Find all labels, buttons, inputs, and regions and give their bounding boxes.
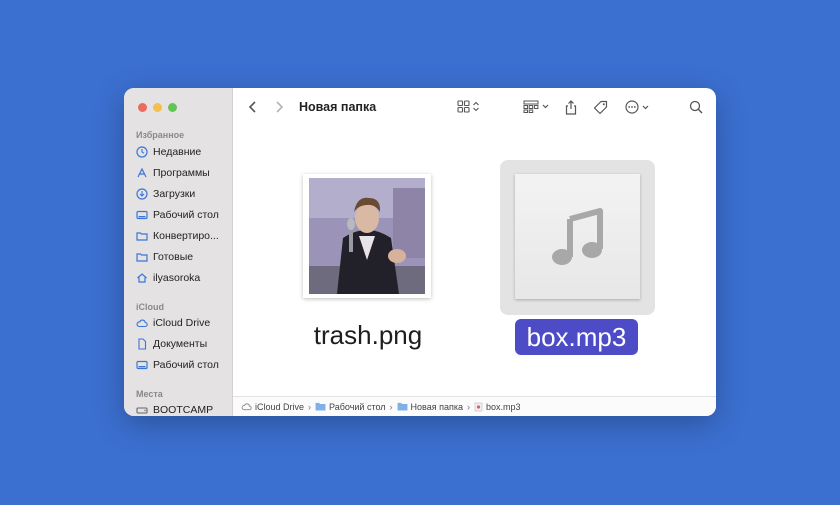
sidebar-item-downloads[interactable]: Загрузки (136, 186, 228, 202)
path-crumb-label: iCloud Drive (255, 401, 305, 412)
file-name-selected[interactable]: box.mp3 (515, 319, 638, 355)
sidebar-item-label: Конвертиро... (153, 230, 219, 242)
path-crumb-label: Новая папка (410, 401, 463, 412)
file-thumbnail[interactable] (515, 174, 640, 299)
chevron-right-icon: › (389, 401, 393, 412)
sidebar-item-bootcamp[interactable]: BOOTCAMP (136, 402, 228, 416)
folder-icon (315, 402, 326, 411)
chevron-down-icon (542, 104, 549, 109)
sidebar-item-label: ilyasoroka (153, 272, 201, 284)
sidebar-item-label: Загрузки (153, 188, 196, 200)
drive-icon (136, 407, 148, 414)
actions-menu-button[interactable] (625, 100, 650, 114)
sidebar-item-home[interactable]: ilyasoroka (136, 270, 228, 286)
sidebar-item-documents[interactable]: Документы (136, 336, 228, 352)
path-crumb-folder[interactable]: Новая папка (397, 402, 463, 412)
share-icon (565, 100, 577, 115)
zoom-button[interactable] (168, 103, 177, 112)
sidebar-item-recents[interactable]: Недавние (136, 144, 228, 160)
forward-button[interactable] (273, 100, 285, 114)
finder-window: Избранное Недавние Программы Загрузки Ра… (124, 88, 716, 416)
window-controls (138, 103, 177, 112)
chevron-right-icon: › (467, 401, 470, 412)
clock-icon (136, 146, 148, 158)
search-button[interactable] (689, 100, 703, 114)
sidebar-item-label: Недавние (153, 146, 202, 158)
cloud-icon (136, 319, 148, 328)
toolbar: Новая папка (233, 88, 716, 128)
desktop-icon (136, 210, 148, 220)
group-button[interactable] (523, 100, 550, 113)
file-name[interactable]: trash.png (303, 320, 433, 351)
desktop-icon (136, 360, 148, 370)
sidebar: Избранное Недавние Программы Загрузки Ра… (124, 88, 233, 416)
close-button[interactable] (138, 103, 147, 112)
chevron-right-icon: › (308, 401, 312, 412)
sidebar-item-label: Документы (153, 338, 208, 350)
chevron-updown-icon (473, 101, 479, 112)
music-note-icon (551, 207, 603, 265)
document-icon (138, 338, 147, 350)
apps-icon (137, 167, 147, 178)
sidebar-header-icloud: iCloud (136, 302, 164, 312)
search-icon (689, 100, 703, 114)
sidebar-item-converted[interactable]: Конвертиро... (136, 228, 228, 244)
sidebar-item-label: Рабочий стол (153, 209, 219, 221)
window-title: Новая папка (299, 100, 377, 114)
group-grid-icon (523, 100, 539, 113)
sidebar-item-desktop[interactable]: Рабочий стол (136, 207, 228, 223)
chevron-left-icon (248, 101, 256, 113)
path-crumb-desktop[interactable]: Рабочий стол (315, 402, 386, 412)
sidebar-item-icloud-drive[interactable]: iCloud Drive (136, 315, 228, 331)
path-bar: iCloud Drive › Рабочий стол › Новая папк… (233, 396, 716, 416)
path-crumb-icloud[interactable]: iCloud Drive (241, 402, 304, 412)
sidebar-item-label: Рабочий стол (153, 359, 219, 371)
audio-file-icon (474, 402, 483, 411)
tag-button[interactable] (593, 100, 608, 115)
grid-icon (457, 100, 470, 113)
person-image (309, 178, 425, 294)
sidebar-item-label: Программы (153, 167, 210, 179)
view-mode-button[interactable] (457, 100, 480, 113)
file-thumbnail[interactable] (303, 174, 431, 298)
sidebar-item-applications[interactable]: Программы (136, 165, 228, 181)
home-icon (137, 273, 147, 283)
back-button[interactable] (247, 100, 259, 114)
path-crumb-label: box.mp3 (486, 401, 521, 412)
download-icon (136, 188, 148, 200)
cloud-icon (241, 403, 252, 411)
sidebar-header-places: Места (136, 389, 163, 399)
folder-icon (136, 253, 148, 262)
sidebar-item-label: iCloud Drive (153, 317, 211, 329)
folder-icon (136, 232, 148, 241)
sidebar-item-label: Готовые (153, 251, 194, 263)
chevron-right-icon (276, 101, 284, 113)
chevron-down-icon (642, 105, 649, 109)
tag-icon (593, 100, 608, 115)
photo-thumbnail (309, 178, 425, 294)
folder-icon (397, 402, 407, 411)
sidebar-item-ready[interactable]: Готовые (136, 249, 228, 265)
path-crumb-label: Рабочий стол (329, 401, 386, 412)
file-area: trash.png box.mp3 (233, 128, 716, 396)
sidebar-header-favorites: Избранное (136, 130, 185, 140)
sidebar-item-icloud-desktop[interactable]: Рабочий стол (136, 357, 228, 373)
path-crumb-file[interactable]: box.mp3 (474, 402, 521, 412)
ellipsis-circle-icon (625, 100, 639, 114)
share-button[interactable] (564, 100, 578, 115)
minimize-button[interactable] (153, 103, 162, 112)
sidebar-item-label: BOOTCAMP (153, 404, 214, 416)
